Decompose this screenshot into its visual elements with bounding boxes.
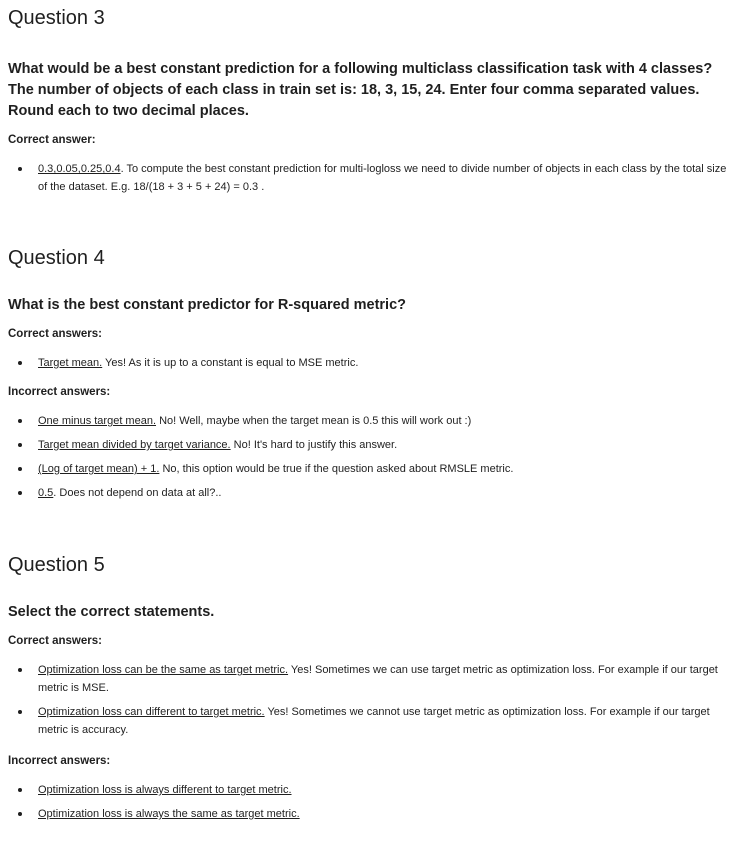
answer-text[interactable]: One minus target mean. [38, 415, 156, 427]
incorrect-answer-label: Incorrect answers: [8, 386, 111, 398]
answer-text[interactable]: Optimization loss is always different to… [38, 784, 292, 796]
answer-text[interactable]: Target mean. [38, 357, 102, 369]
question-title: Question 4 [8, 247, 105, 269]
list-item: One minus target mean. No! Well, maybe w… [8, 412, 728, 430]
list-item: Optimization loss is always the same as … [8, 805, 728, 823]
question-text: What would be a best constant prediction… [8, 61, 713, 119]
incorrect-answer-label: Incorrect answers: [8, 755, 111, 767]
answer-explanation: Yes! As it is up to a constant is equal … [102, 357, 359, 369]
list-item: 0.3,0.05,0.25,0.4. To compute the best c… [8, 160, 728, 196]
answer-text[interactable]: Optimization loss is always the same as … [38, 808, 300, 820]
list-item: Optimization loss can different to targe… [8, 703, 728, 739]
answer-explanation: . To compute the best constant predictio… [38, 163, 727, 193]
correct-answer-label: Correct answer: [8, 134, 96, 146]
question-text: What is the best constant predictor for … [8, 297, 406, 313]
correct-answer-label: Correct answers: [8, 328, 102, 340]
answer-explanation: No! Well, maybe when the target mean is … [156, 415, 472, 427]
list-item: 0.5. Does not depend on data at all?.. [8, 484, 728, 502]
incorrect-answer-list: One minus target mean. No! Well, maybe w… [8, 412, 728, 502]
list-item: Optimization loss is always different to… [8, 781, 728, 799]
answer-text[interactable]: 0.5 [38, 487, 53, 499]
correct-answer-list: Target mean. Yes! As it is up to a const… [8, 354, 728, 372]
answer-explanation: No! It's hard to justify this answer. [230, 439, 398, 451]
list-item: (Log of target mean) + 1. No, this optio… [8, 460, 728, 478]
answer-explanation: No, this option would be true if the que… [159, 463, 514, 475]
answer-text[interactable]: Optimization loss can be the same as tar… [38, 664, 288, 676]
list-item: Optimization loss can be the same as tar… [8, 661, 728, 697]
incorrect-answer-list: Optimization loss is always different to… [8, 781, 728, 823]
question-title: Question 5 [8, 554, 105, 576]
answer-text[interactable]: (Log of target mean) + 1. [38, 463, 159, 475]
list-item: Target mean divided by target variance. … [8, 436, 728, 454]
answer-text[interactable]: 0.3,0.05,0.25,0.4 [38, 163, 121, 175]
correct-answer-list: 0.3,0.05,0.25,0.4. To compute the best c… [8, 160, 728, 196]
question-text: Select the correct statements. [8, 604, 215, 620]
list-item: Target mean. Yes! As it is up to a const… [8, 354, 728, 372]
answer-explanation: . Does not depend on data at all?.. [53, 487, 222, 499]
answer-text[interactable]: Target mean divided by target variance. [38, 439, 231, 451]
question-5: Question 5 Select the correct statements… [8, 552, 728, 823]
correct-answer-list: Optimization loss can be the same as tar… [8, 661, 728, 739]
question-4: Question 4 What is the best constant pre… [8, 245, 728, 502]
question-title: Question 3 [8, 7, 105, 29]
question-3: Question 3 What would be a best constant… [8, 5, 728, 196]
correct-answer-label: Correct answers: [8, 635, 102, 647]
answer-text[interactable]: Optimization loss can different to targe… [38, 706, 265, 718]
quiz-feedback-page: Question 3 What would be a best constant… [0, 5, 738, 823]
